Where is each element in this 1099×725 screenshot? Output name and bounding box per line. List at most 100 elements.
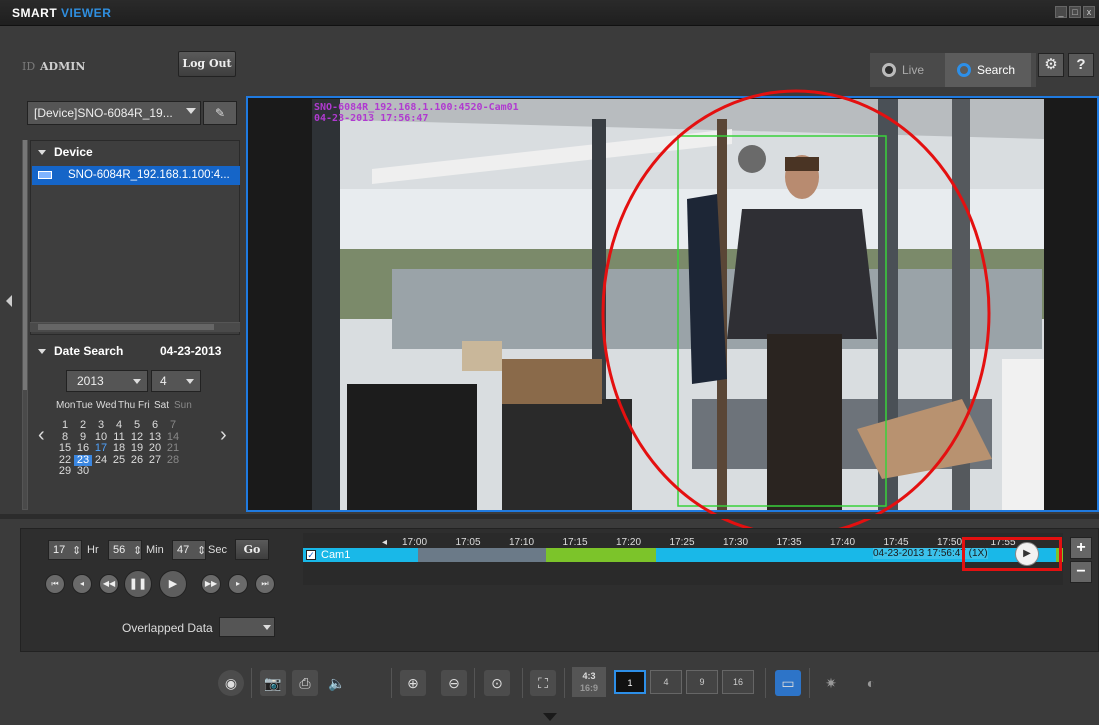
calendar-day[interactable]: 26 bbox=[128, 454, 146, 467]
video-overlay: SNO-6084R_192.168.1.100:4520-Cam01 04-23… bbox=[314, 102, 519, 124]
audio-button[interactable]: 🔈 bbox=[324, 670, 350, 696]
play-button[interactable]: ▶ bbox=[159, 570, 187, 598]
skip-end-button[interactable]: ⏭ bbox=[255, 574, 275, 594]
calendar-day[interactable]: 27 bbox=[146, 454, 164, 467]
weekday: Mon bbox=[56, 400, 76, 411]
layout-1-button[interactable]: 1 bbox=[614, 670, 646, 694]
ratio-16-9: 16:9 bbox=[579, 683, 598, 693]
snapshot-button[interactable]: 📷 bbox=[260, 670, 286, 696]
window-controls: _ □ x bbox=[1055, 6, 1095, 18]
maximize-button[interactable]: □ bbox=[1069, 6, 1081, 18]
pin-button[interactable]: ✎ bbox=[203, 101, 237, 125]
calendar-day[interactable]: 15 bbox=[56, 442, 74, 455]
zoom-reset-button[interactable]: ⊙ bbox=[484, 670, 510, 696]
calendar-day[interactable]: 30 bbox=[74, 465, 92, 478]
print-button[interactable]: ⎙ bbox=[292, 670, 318, 696]
weekday: Fri bbox=[138, 400, 150, 411]
separator bbox=[474, 668, 475, 698]
camera-checkbox[interactable]: ✓ bbox=[306, 550, 316, 560]
calendar-week: 15 16 17 18 19 20 21 bbox=[56, 442, 182, 455]
next-month-button[interactable]: › bbox=[220, 424, 227, 447]
logout-button[interactable]: Log Out bbox=[178, 51, 236, 77]
help-button[interactable]: ? bbox=[1068, 53, 1094, 77]
ratio-4-3: 4:3 bbox=[582, 671, 596, 681]
calendar-day[interactable]: 24 bbox=[92, 454, 110, 467]
layout-16-button[interactable]: 16 bbox=[722, 670, 754, 694]
zoom-in-button[interactable]: ⊕ bbox=[400, 670, 426, 696]
hscroll-thumb[interactable] bbox=[38, 324, 214, 330]
brightness-button[interactable]: ✷ bbox=[818, 670, 844, 696]
separator bbox=[809, 668, 810, 698]
timeline-tick-label: 17:10 bbox=[509, 537, 535, 548]
layout-4-button[interactable]: 4 bbox=[650, 670, 682, 694]
calendar-day[interactable]: 29 bbox=[56, 465, 74, 478]
contrast-button[interactable]: ◐ bbox=[858, 670, 884, 696]
calendar-day[interactable]: 7 bbox=[164, 419, 182, 432]
calendar-day[interactable]: 19 bbox=[128, 442, 146, 455]
go-button[interactable]: Go bbox=[235, 539, 269, 560]
brand-viewer: VIEWER bbox=[61, 6, 112, 20]
aspect-ratio-button[interactable]: 4:3 16:9 bbox=[572, 667, 606, 697]
overlay-timestamp: 04-23-2013 17:56:47 bbox=[314, 113, 429, 124]
minute-label: Min bbox=[146, 544, 164, 556]
search-mode-button[interactable]: Search bbox=[945, 53, 1031, 87]
second-spin-icon[interactable]: ⇕ bbox=[197, 544, 206, 557]
minute-spin-icon[interactable]: ⇕ bbox=[133, 544, 142, 557]
step-forward-button[interactable]: ▸ bbox=[228, 574, 248, 594]
expand-icon bbox=[38, 349, 46, 355]
calendar-day[interactable]: 17 bbox=[92, 442, 110, 455]
chevron-down-icon bbox=[263, 625, 271, 630]
layout-9-button[interactable]: 9 bbox=[686, 670, 718, 694]
collapse-left-icon[interactable] bbox=[6, 295, 12, 307]
calendar-day[interactable]: 18 bbox=[110, 442, 128, 455]
live-icon bbox=[882, 63, 896, 77]
panel-splitter[interactable] bbox=[0, 514, 1099, 519]
calendar-day[interactable]: 28 bbox=[164, 454, 182, 467]
calendar-day[interactable]: 6 bbox=[146, 419, 164, 432]
close-button[interactable]: x bbox=[1083, 6, 1095, 18]
calendar-weekdays: Mon Tue Wed Thu Fri Sat Sun bbox=[56, 400, 192, 411]
calendar-day[interactable]: 2 bbox=[74, 419, 92, 432]
date-search-label: Date Search bbox=[54, 344, 124, 358]
calendar-day[interactable]: 3 bbox=[92, 419, 110, 432]
chevron-down-icon bbox=[186, 108, 196, 114]
calendar-day[interactable]: 4 bbox=[110, 419, 128, 432]
display-mode-button[interactable]: ▭ bbox=[775, 670, 801, 696]
settings-button[interactable]: ⚙ bbox=[1038, 53, 1064, 77]
zoom-out-timeline-button[interactable]: − bbox=[1070, 561, 1092, 583]
zoom-out-button[interactable]: ⊖ bbox=[441, 670, 467, 696]
minimize-button[interactable]: _ bbox=[1055, 6, 1067, 18]
red-ellipse-annotation bbox=[601, 89, 991, 537]
pause-button[interactable]: ❚❚ bbox=[124, 570, 152, 598]
separator bbox=[765, 668, 766, 698]
separator bbox=[522, 668, 523, 698]
fast-forward-button[interactable]: ▶▶ bbox=[201, 574, 221, 594]
calendar-day[interactable]: 5 bbox=[128, 419, 146, 432]
scrollbar-thumb[interactable] bbox=[23, 140, 27, 390]
skip-start-button[interactable]: ⏮ bbox=[45, 574, 65, 594]
rewind-button[interactable]: ◀◀ bbox=[99, 574, 119, 594]
calendar-day[interactable]: 16 bbox=[74, 442, 92, 455]
live-mode-button[interactable]: Live bbox=[870, 53, 945, 87]
record-disc-button[interactable]: ◉ bbox=[218, 670, 244, 696]
user-name: ADMIN bbox=[40, 60, 86, 73]
collapse-bottom-icon[interactable] bbox=[543, 713, 557, 721]
calendar-day[interactable]: 25 bbox=[110, 454, 128, 467]
device-tree-item[interactable]: SNO-6084R_192.168.1.100:4... bbox=[32, 166, 240, 185]
timeline-tick-label: 17:00 bbox=[402, 537, 428, 548]
device-section-header[interactable]: Device bbox=[38, 145, 93, 159]
zoom-in-timeline-button[interactable]: + bbox=[1070, 537, 1092, 559]
device-section-label: Device bbox=[54, 145, 93, 159]
contrast-icon: ◐ bbox=[866, 675, 876, 691]
date-search-header[interactable]: Date Search bbox=[38, 344, 123, 358]
fullscreen-button[interactable]: ⛶ bbox=[530, 670, 556, 696]
device-select[interactable]: [Device]SNO-6084R_19... bbox=[27, 101, 201, 125]
timeline-scroll-left[interactable]: ◂ bbox=[382, 537, 387, 548]
printer-icon: ⎙ bbox=[299, 675, 311, 691]
calendar-day[interactable]: 20 bbox=[146, 442, 164, 455]
calendar-day[interactable]: 21 bbox=[164, 442, 182, 455]
prev-month-button[interactable]: ‹ bbox=[38, 424, 45, 447]
calendar-day[interactable]: 1 bbox=[56, 419, 74, 432]
step-back-button[interactable]: ◂ bbox=[72, 574, 92, 594]
hour-spin-icon[interactable]: ⇕ bbox=[72, 544, 81, 557]
